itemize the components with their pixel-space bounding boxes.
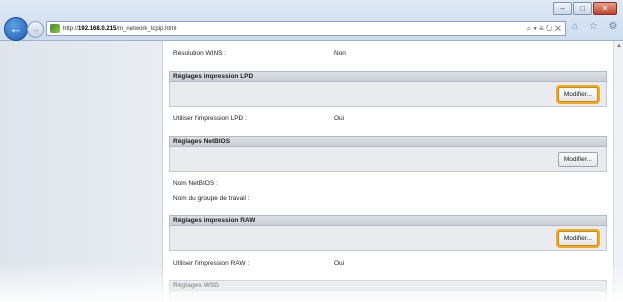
url-prefix: http:// xyxy=(63,26,79,32)
netbios-modify-button[interactable]: Modifier... xyxy=(557,152,598,167)
section-body-netbios: Modifier... xyxy=(169,147,607,172)
maximize-button[interactable]: □ xyxy=(573,2,592,15)
wins-resolution-value: Non xyxy=(334,50,346,57)
section-header-lpd: Réglages impression LPD xyxy=(169,71,607,82)
scroll-up-icon[interactable]: ▲ xyxy=(614,41,623,51)
browser-chrome: – □ ✕ ← → http://192.168.0.215/m_network… xyxy=(0,0,623,41)
section-body-lpd: Modifier... xyxy=(169,82,607,107)
back-button[interactable]: ← xyxy=(4,17,28,41)
close-window-button[interactable]: ✕ xyxy=(593,2,617,15)
raw-field-value: Oui xyxy=(334,260,345,267)
window-controls: – □ ✕ xyxy=(553,2,617,15)
section-header-wsd: Réglages WSD xyxy=(169,280,607,291)
address-bar[interactable]: http://192.168.0.215/m_network_tcpip.htm… xyxy=(46,21,566,36)
sidebar xyxy=(0,41,163,302)
vertical-scrollbar[interactable]: ▲ xyxy=(613,41,623,302)
section-body-wsd xyxy=(169,291,607,302)
raw-field-label: Utiliser l'impression RAW : xyxy=(173,260,250,267)
address-bar-tools[interactable]: ⌕ ▾ ≡ ↻ ✕ xyxy=(527,23,561,35)
url-path: /m_network_tcpip.html xyxy=(116,26,177,32)
lpd-field-label: Utiliser l'impression LPD : xyxy=(173,115,247,122)
section-header-raw: Réglages impression RAW xyxy=(169,215,607,226)
wins-resolution-label: Résolution WINS : xyxy=(173,50,227,57)
section-header-netbios: Réglages NetBIOS xyxy=(169,136,607,147)
url-text: http://192.168.0.215/m_network_tcpip.htm… xyxy=(63,23,176,35)
section-body-raw: Modifier... xyxy=(169,226,607,251)
site-favicon-icon xyxy=(50,24,60,33)
workgroup-name-label: Nom du groupe de travail : xyxy=(173,195,250,202)
browser-toolbar-icons[interactable]: ⌂ ☆ ⚙ xyxy=(572,21,622,32)
netbios-name-label: Nom NetBIOS : xyxy=(173,180,218,187)
lpd-field-value: Oui xyxy=(334,115,345,122)
url-host: 192.168.0.215 xyxy=(78,26,117,32)
forward-button[interactable]: → xyxy=(27,21,44,38)
minimize-button[interactable]: – xyxy=(553,2,572,15)
raw-modify-button[interactable]: Modifier... xyxy=(557,231,598,246)
main-content: Résolution WINS : Non Réglages impressio… xyxy=(163,41,613,302)
lpd-modify-button[interactable]: Modifier... xyxy=(557,87,598,102)
